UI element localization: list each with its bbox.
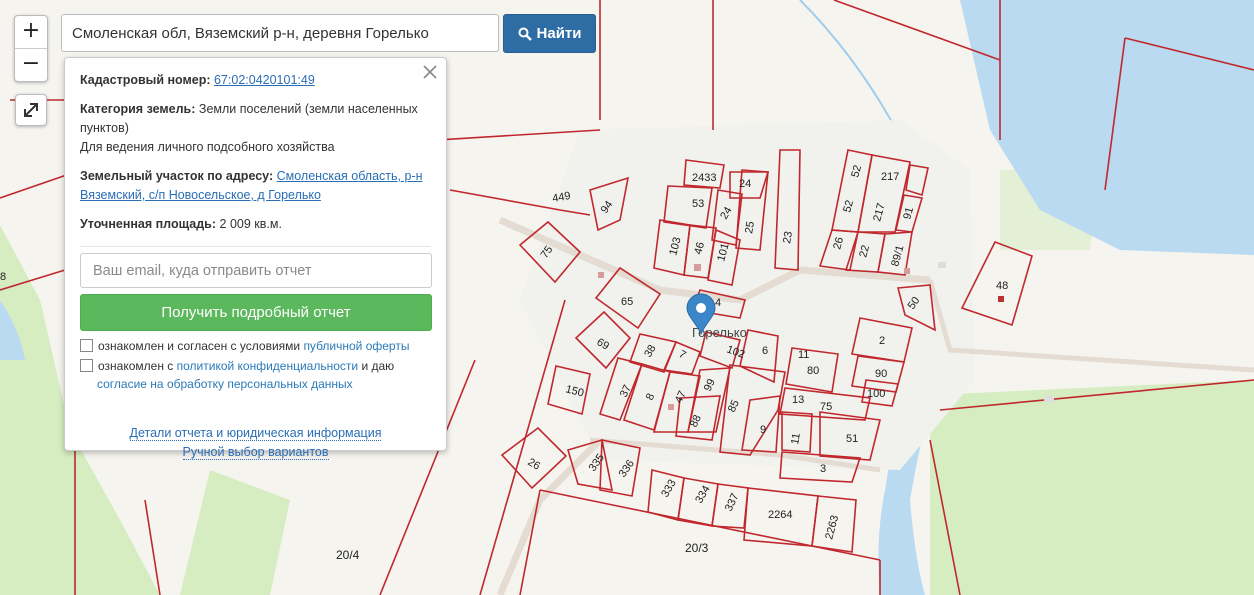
expand-icon [24,103,38,117]
address-row: Земельный участок по адресу: Смоленская … [80,167,431,205]
plot-label: 8 [0,271,6,283]
consent-offer-text: ознакомлен и согласен с условиями [98,339,304,353]
popup-footer-links: Детали отчета и юридическая информация Р… [80,424,431,462]
parcel-info-popup: Кадастровый номер: 67:02:0420101:49 Кате… [64,57,447,460]
plot-label: 4 [715,297,721,309]
consent-privacy-text: ознакомлен с [98,359,177,373]
zoom-in-button[interactable]: + [15,16,47,48]
plot-label: 51 [846,433,858,445]
consent-offer-row: ознакомлен и согласен с условиями публич… [80,337,431,355]
plot-label: 20/3 [685,541,709,555]
cadastral-number-link[interactable]: 67:02:0420101:49 [214,73,315,87]
zoom-control: + − [14,15,48,82]
area-value: 2 009 кв.м. [219,217,282,231]
offer-checkbox[interactable] [80,339,93,352]
plot-label: 100 [867,388,885,400]
plot-label: 48 [996,280,1008,292]
plot-label: 13 [792,394,804,406]
cadastral-row: Кадастровый номер: 67:02:0420101:49 [80,71,431,90]
search-icon [518,27,532,41]
plot-label: 80 [807,365,819,377]
plot-label: 65 [621,296,633,308]
close-icon[interactable] [422,64,438,80]
consent-privacy-row: ознакомлен с политикой конфиденциальност… [80,357,431,393]
privacy-policy-link[interactable]: политикой конфиденциальности [177,359,358,373]
plot-label: 75 [820,401,832,413]
usage-value: Для ведения личного подсобного хозяйства [80,140,335,154]
field-area [930,380,1254,595]
data-processing-link[interactable]: согласие на обработку персональных данны… [97,377,353,391]
plot-label: 25 [743,220,757,234]
plot-label: 20/4 [336,548,360,562]
plot-label: 90 [875,368,887,380]
privacy-checkbox[interactable] [80,359,93,372]
email-input[interactable] [80,253,432,288]
plot-label: 2433 [692,172,716,184]
plot-label: 23 [781,230,795,244]
search-button[interactable]: Найти [503,14,596,53]
category-row: Категория земель: Земли поселений (земли… [80,100,431,157]
report-details-link[interactable]: Детали отчета и юридическая информация [129,426,382,441]
cadastral-label: Кадастровый номер: [80,73,211,87]
get-report-button[interactable]: Получить подробный отчет [80,294,432,331]
area-row: Уточненная площадь: 2 009 кв.м. [80,215,431,234]
plot-label: 3 [820,463,826,475]
fullscreen-button[interactable] [15,94,47,126]
plot-label: 6 [762,345,768,357]
consent-privacy-mid: и даю [358,359,395,373]
zoom-out-button[interactable]: − [15,48,47,81]
plot-label: 53 [692,198,704,210]
area-label: Уточненная площадь: [80,217,217,231]
plot-label: 9 [760,424,766,436]
plot-label: 2 [879,335,885,347]
public-offer-link[interactable]: публичной оферты [303,339,409,353]
divider [80,246,431,247]
plot-label: 24 [739,178,751,190]
search-button-label: Найти [536,25,582,42]
plot-label: 217 [881,171,899,183]
plot-label: 11 [798,349,809,361]
plot-label: 2264 [768,509,792,521]
manual-selection-link[interactable]: Ручной выбор вариантов [182,445,329,460]
plot-label: 11 [789,432,803,445]
address-label: Земельный участок по адресу: [80,169,274,183]
category-label: Категория земель: [80,102,196,116]
address-search-input[interactable] [61,14,499,52]
